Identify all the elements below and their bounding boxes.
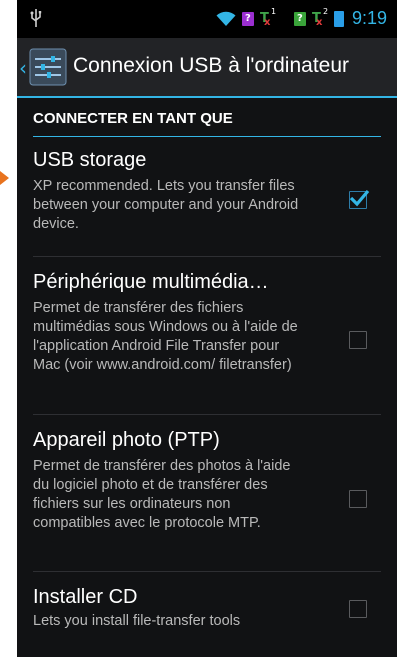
option-media-device[interactable]: Périphérique multimédia… Permet de trans… [33,257,381,415]
back-caret-icon[interactable]: ‹ [19,56,27,80]
settings-sliders-icon[interactable] [29,48,67,86]
option-camera-ptp[interactable]: Appareil photo (PTP) Permet de transfére… [33,415,381,572]
checkmark-icon [349,189,370,207]
wifi-icon [216,11,236,26]
battery-icon [333,10,344,27]
sim2-icon: ? [293,11,306,26]
signal2-icon: Tx2 [311,7,329,28]
option-summary: Permet de transférer des fichiers multim… [33,300,298,373]
camera-ptp-checkbox[interactable] [349,490,367,508]
media-device-checkbox[interactable] [349,331,367,349]
option-summary: XP recommended. Lets you transfer files … [33,178,299,232]
option-title: USB storage [33,149,147,171]
usb-icon [30,9,42,27]
sim1-icon: ? [241,11,254,26]
option-summary: Permet de transférer des photos à l'aide… [33,458,291,531]
option-usb-storage[interactable]: USB storage XP recommended. Lets you tra… [33,137,381,257]
preferences-list: CONNECTER EN TANT QUE USB storage XP rec… [17,98,397,642]
screen-title: Connexion USB à l'ordinateur [73,54,350,77]
option-title: Installer CD [33,586,138,608]
option-installer-cd[interactable]: Installer CD Lets you install file-trans… [33,572,381,642]
action-bar[interactable]: ‹ Connexion USB à l'ordinateur [17,38,397,98]
option-title: Appareil photo (PTP) [33,429,220,451]
category-header: CONNECTER EN TANT QUE [33,98,381,137]
signal1-icon: Tx1 [259,7,277,28]
option-title: Périphérique multimédia… [33,271,269,293]
clock: 9:19 [351,8,387,28]
usb-storage-checkbox[interactable] [349,189,370,209]
status-bar: ? Tx1 ? Tx2 9:19 [17,0,397,38]
pointer-arrow-marker [0,171,9,185]
phone-screen: ? Tx1 ? Tx2 9:19 ‹ Connexion USB à l'ord… [17,0,397,657]
installer-cd-checkbox[interactable] [349,600,367,618]
option-summary: Lets you install file-transfer tools [33,613,241,629]
status-icons: ? Tx1 ? Tx2 9:19 [216,7,387,29]
